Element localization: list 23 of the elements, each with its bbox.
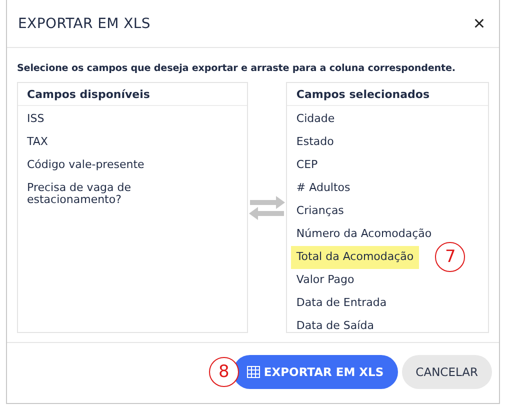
panel-heading: Campos disponíveis [18, 83, 248, 106]
field-item[interactable]: # Adultos [287, 177, 360, 200]
table-icon [246, 366, 260, 378]
callout-number: 7 [435, 242, 466, 272]
field-item[interactable]: CEP [287, 154, 327, 177]
close-button[interactable]: × [469, 14, 489, 34]
instruction-text: Selecione os campos que deseja exportar e arraste para a coluna correspondente. [17, 63, 456, 74]
field-item[interactable]: ISS [18, 108, 248, 131]
field-item[interactable]: Cidade [287, 108, 344, 131]
field-item[interactable]: Data de Entrada [287, 292, 396, 315]
cancel-button[interactable]: CANCELAR [402, 354, 492, 388]
field-item[interactable]: TAX [18, 131, 248, 154]
field-item[interactable]: Código vale-presente [18, 154, 248, 177]
field-item[interactable]: Crianças [287, 200, 353, 223]
field-item[interactable]: Valor Pago [287, 269, 364, 292]
field-item[interactable]: Precisa de vaga de estacionamento? [18, 177, 248, 212]
field-item[interactable]: Data de Saída [287, 315, 383, 332]
swap-arrows-icon [248, 194, 286, 220]
field-item[interactable]: Total da Acomodação [291, 246, 419, 269]
field-item[interactable]: Estado [287, 131, 343, 154]
callout-number: 8 [208, 356, 239, 386]
dialog-title: EXPORTAR EM XLS [18, 16, 150, 32]
panel-heading: Campos selecionados [287, 83, 488, 106]
